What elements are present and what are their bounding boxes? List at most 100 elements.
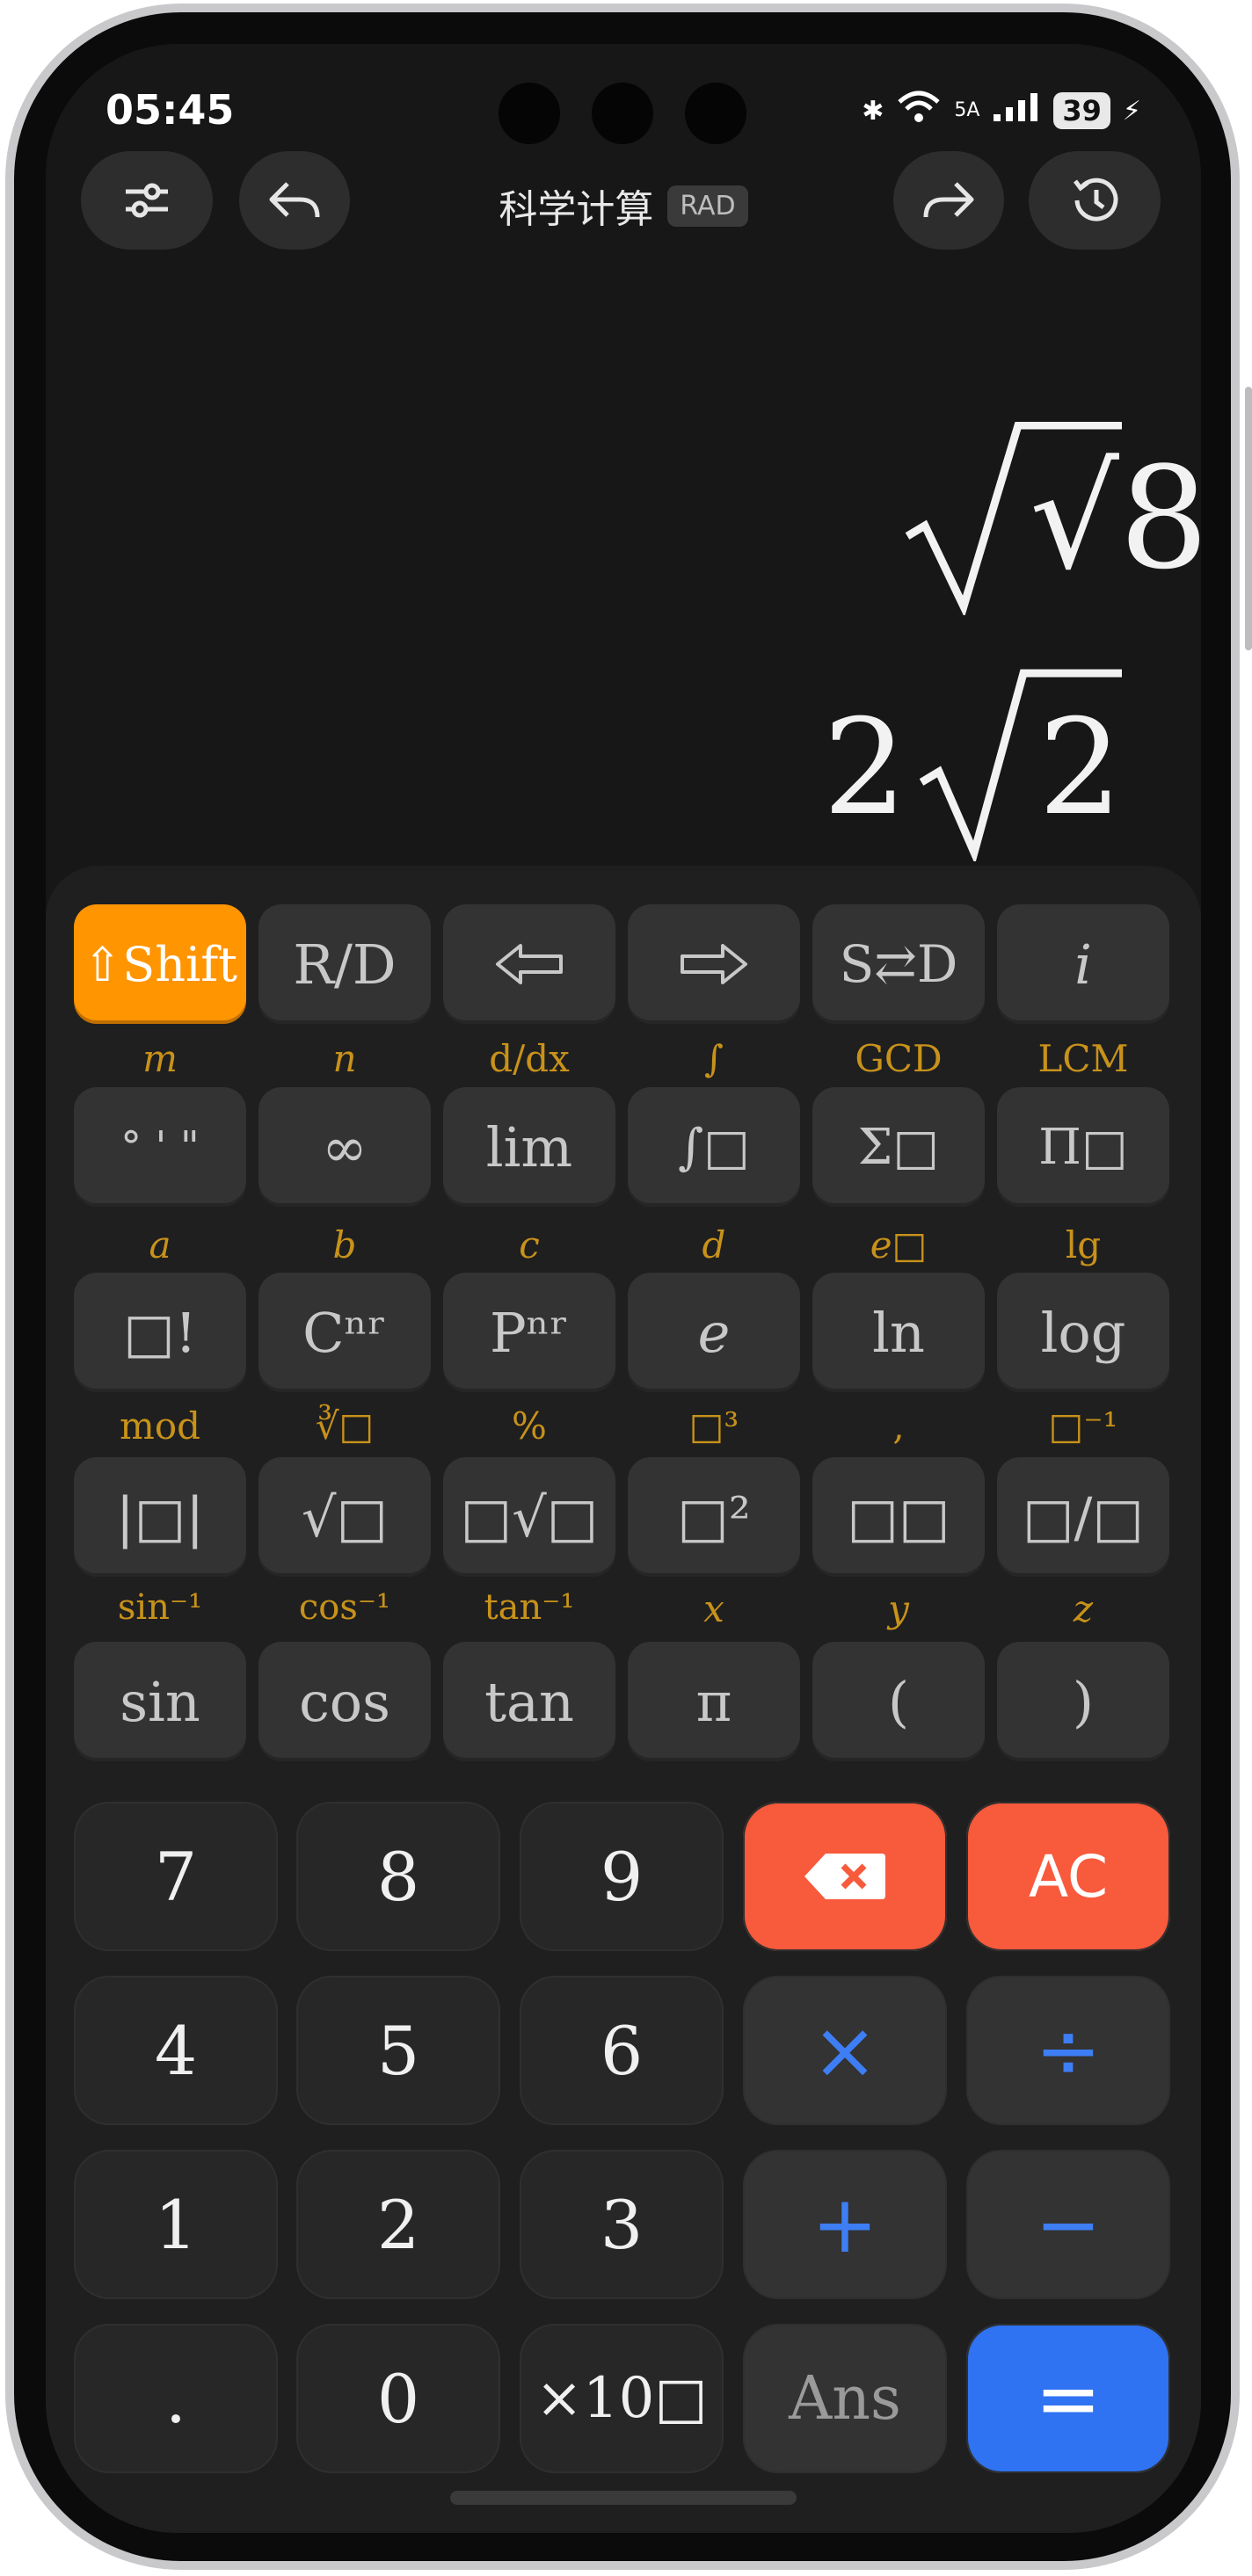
status-icons: ✱ 5A 39 ⚡ [862, 90, 1141, 132]
square-key[interactable]: □² [628, 1457, 800, 1577]
euler-e-key[interactable]: e [628, 1273, 800, 1392]
digit-3-key[interactable]: 3 [520, 2150, 724, 2299]
shift-label-integral: ∫ [704, 1037, 724, 1080]
page-title: 科学计算 RAD [46, 178, 1201, 234]
answer-key[interactable]: Ans [743, 2324, 947, 2473]
decimal-point-key[interactable]: . [74, 2324, 278, 2473]
expression-radicand: √8 [1030, 436, 1201, 600]
shift-label-derivative: d/dx [489, 1037, 570, 1080]
digit-4-key[interactable]: 4 [74, 1976, 278, 2125]
camera-left [499, 83, 560, 144]
all-clear-key[interactable]: AC [966, 1802, 1170, 1951]
summation-key[interactable]: Σ□ [812, 1087, 985, 1207]
ln-key[interactable]: ln [812, 1273, 985, 1392]
network-label: 5A [954, 99, 980, 121]
arrow-right-icon [681, 944, 747, 984]
shift-label-a: a [149, 1223, 171, 1266]
cos-key[interactable]: cos [258, 1642, 431, 1761]
shift-key[interactable]: ⇧Shift [74, 904, 246, 1024]
backspace-key[interactable] [743, 1802, 947, 1951]
shift-label-mod: mod [120, 1404, 200, 1448]
divide-key[interactable]: ÷ [966, 1976, 1170, 2125]
shift-label-cube-root: ∛□ [315, 1404, 375, 1448]
times-ten-power-key[interactable]: ×10□ [520, 2324, 724, 2473]
product-key[interactable]: Π□ [997, 1087, 1169, 1207]
digit-5-key[interactable]: 5 [296, 1976, 500, 2125]
side-button [1245, 387, 1252, 650]
square-root-key[interactable]: √□ [258, 1457, 431, 1577]
combination-key[interactable]: Cⁿʳ [258, 1273, 431, 1392]
infinity-key[interactable]: ∞ [258, 1087, 431, 1207]
camera-right [685, 83, 746, 144]
add-key[interactable]: + [743, 2150, 947, 2299]
multiply-key[interactable]: × [743, 1976, 947, 2125]
factorial-key[interactable]: □! [74, 1273, 246, 1392]
share-button[interactable] [893, 151, 1004, 250]
digit-2-key[interactable]: 2 [296, 2150, 500, 2299]
cursor-left-key[interactable] [443, 904, 615, 1024]
wifi-icon [896, 90, 942, 132]
shift-label-m: m [142, 1037, 178, 1080]
imaginary-i-key[interactable]: i [997, 904, 1169, 1024]
left-paren-key[interactable]: ( [812, 1642, 985, 1761]
digit-7-key[interactable]: 7 [74, 1802, 278, 1951]
digit-8-key[interactable]: 8 [296, 1802, 500, 1951]
bluetooth-icon: ✱ [862, 95, 884, 127]
result-display: 2 2 [823, 668, 1131, 861]
arrow-left-icon [496, 944, 563, 984]
right-paren-key[interactable]: ) [997, 1642, 1169, 1761]
shift-label-lcm: LCM [1037, 1037, 1129, 1080]
charging-icon: ⚡ [1122, 95, 1141, 127]
angle-mode-badge[interactable]: RAD [667, 185, 748, 227]
shift-label-b: b [332, 1223, 357, 1266]
tan-key[interactable]: tan [443, 1642, 615, 1761]
signal-icon [992, 91, 1041, 130]
history-button[interactable] [1029, 151, 1161, 250]
shift-label-cube: □³ [688, 1404, 739, 1448]
absolute-value-key[interactable]: |□| [74, 1457, 246, 1577]
digit-0-key[interactable]: 0 [296, 2324, 500, 2473]
shift-label-percent: % [512, 1404, 547, 1448]
status-time: 05:45 [106, 86, 235, 134]
share-icon [923, 182, 974, 218]
pi-key[interactable]: π [628, 1642, 800, 1761]
permutation-key[interactable]: Pⁿʳ [443, 1273, 615, 1392]
fraction-key[interactable]: □/□ [997, 1457, 1169, 1577]
power-key[interactable]: □□ [812, 1457, 985, 1577]
cursor-right-key[interactable] [628, 904, 800, 1024]
digit-9-key[interactable]: 9 [520, 1802, 724, 1951]
shift-label-arctan: tan⁻¹ [484, 1587, 575, 1628]
limit-key[interactable]: lim [443, 1087, 615, 1207]
log-key[interactable]: log [997, 1273, 1169, 1392]
shift-label-d: d [702, 1223, 726, 1266]
integral-key[interactable]: ∫□ [628, 1087, 800, 1207]
screen: 05:45 ✱ 5A 39 ⚡ 科学计算 RAD √8 2 2 ⇧Shift R… [46, 44, 1201, 2533]
digit-1-key[interactable]: 1 [74, 2150, 278, 2299]
s-to-d-key[interactable]: S⇄D [812, 904, 985, 1024]
rad-deg-key[interactable]: R/D [258, 904, 431, 1024]
shift-label-gcd: GCD [855, 1037, 943, 1080]
shift-label-c: c [519, 1223, 540, 1266]
digit-6-key[interactable]: 6 [520, 1976, 724, 2125]
shift-label-exp: e□ [870, 1223, 928, 1266]
home-indicator[interactable] [450, 2491, 797, 2505]
sin-key[interactable]: sin [74, 1642, 246, 1761]
camera-center [592, 83, 653, 144]
shift-label-y: y [888, 1587, 909, 1630]
expression-display: √8 [902, 422, 1201, 615]
shift-label-arcsin: sin⁻¹ [117, 1587, 203, 1628]
subtract-key[interactable]: − [966, 2150, 1170, 2299]
history-icon [1074, 178, 1118, 221]
shift-label-arccos: cos⁻¹ [298, 1587, 391, 1628]
degrees-minutes-seconds-key[interactable]: ° ' " [74, 1087, 246, 1207]
title-text: 科学计算 [499, 187, 654, 232]
equals-key[interactable]: = [966, 2324, 1170, 2473]
shift-label-inverse: □⁻¹ [1048, 1404, 1118, 1448]
result-coefficient: 2 [823, 692, 907, 845]
result-radicand: 2 [1038, 692, 1123, 845]
backspace-icon [804, 1854, 885, 1899]
shift-label-lg: lg [1065, 1223, 1102, 1266]
battery-level: 39 [1053, 92, 1110, 129]
shift-label-z: z [1073, 1587, 1094, 1630]
nth-root-key[interactable]: □√□ [443, 1457, 615, 1577]
